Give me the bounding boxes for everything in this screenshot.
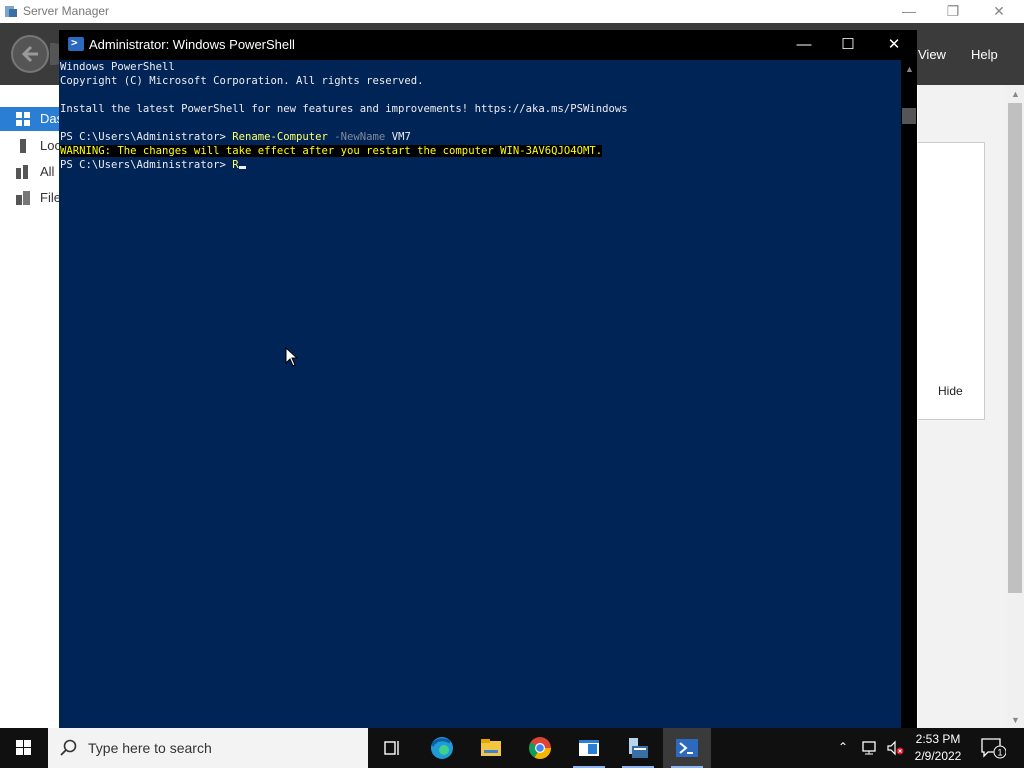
sm-vertical-scrollbar[interactable]: ▲ ▼ [1006,85,1024,728]
file-explorer-icon [481,739,501,756]
powershell-titlebar[interactable]: > Administrator: Windows PowerShell — ☐ … [59,30,917,60]
taskbar-app-window[interactable] [565,728,613,768]
show-hidden-icons-chevron-icon[interactable]: ⌃ [838,740,848,754]
back-button[interactable] [11,35,49,73]
sidebar-item-label: Loc [40,138,61,153]
powershell-title: Administrator: Windows PowerShell [89,37,295,52]
console-output[interactable]: Windows PowerShell Copyright (C) Microso… [59,60,901,728]
powershell-app-icon: > [68,36,84,51]
prompt: PS C:\Users\Administrator> [60,131,233,143]
cmdlet-name: Rename-Computer [232,131,328,143]
taskbar: Type here to search ⌃ 2:53 PM 2/9/2022 1 [0,728,1024,768]
sidebar-item-dashboard[interactable]: Das [0,107,63,131]
server-manager-titlebar: Server Manager — ❐ ✕ [0,0,1024,23]
server-manager-sidebar: Das Loc All File [0,85,63,728]
sidebar-item-all-servers[interactable]: All [0,160,60,184]
sidebar-item-local-server[interactable]: Loc [0,134,61,158]
prompt: PS C:\Users\Administrator> [60,159,233,171]
server-manager-icon [629,738,648,758]
powershell-window: > Administrator: Windows PowerShell — ☐ … [59,30,917,728]
action-center-icon[interactable]: 1 [980,737,1006,759]
warning-text: WARNING: The changes will take effect af… [60,145,603,157]
windows-logo-icon [16,740,31,755]
server-manager-title: Server Manager [23,4,110,18]
sidebar-item-label: File [40,190,61,205]
start-button[interactable] [0,728,48,768]
notification-count: 1 [997,748,1002,758]
menu-view[interactable]: View [918,47,946,62]
taskbar-search-box[interactable]: Type here to search [48,728,368,768]
taskbar-server-manager[interactable] [614,728,662,768]
powershell-icon [676,739,698,757]
console-line: Copyright (C) Microsoft Corporation. All… [60,75,424,87]
ps-maximize-button[interactable]: ☐ [825,30,871,60]
hide-link[interactable]: Hide [938,384,963,398]
welcome-panel [918,142,985,420]
all-servers-icon [16,165,28,179]
menu-help[interactable]: Help [971,47,998,62]
ps-close-button[interactable]: ✕ [871,30,917,60]
scroll-down-icon[interactable]: ▼ [1011,715,1020,725]
edge-icon [430,737,453,759]
arrow-left-icon [21,45,38,63]
search-placeholder: Type here to search [88,740,212,756]
console-warning-line: WARNING: The changes will take effect af… [60,144,603,158]
mouse-pointer-icon [285,347,299,367]
console-line: Windows PowerShell [60,61,175,73]
ps-vertical-scrollbar[interactable]: ▲ [901,60,917,728]
taskbar-chrome[interactable] [516,728,564,768]
server-manager-app-icon [5,6,17,17]
scrollbar-thumb[interactable] [1008,103,1022,593]
chrome-icon [529,737,551,759]
sidebar-item-label: All [40,164,55,179]
dashboard-icon [16,112,30,126]
text-cursor [238,166,246,169]
sm-restore-button[interactable]: ❐ [930,0,976,23]
taskbar-clock[interactable]: 2:53 PM 2/9/2022 [908,731,968,765]
console-command-line: PS C:\Users\Administrator> Rename-Comput… [60,130,411,144]
typed-input: R [232,159,239,171]
task-view-button[interactable] [368,728,416,768]
network-icon[interactable] [862,740,880,756]
scroll-up-icon[interactable]: ▲ [1011,89,1020,99]
sidebar-item-file-services[interactable]: File [0,186,61,210]
taskbar-powershell[interactable] [663,728,711,768]
local-server-icon [20,139,26,153]
search-icon [60,739,77,756]
scroll-up-icon[interactable]: ▲ [905,64,914,74]
console-input-line[interactable]: PS C:\Users\Administrator> R [60,158,246,172]
cmdlet-parameter: -NewName [334,131,386,143]
volume-muted-icon[interactable] [886,740,904,756]
sm-minimize-button[interactable]: — [886,0,932,23]
app-window-icon [579,740,599,756]
task-view-icon [384,741,399,755]
ps-minimize-button[interactable]: — [781,30,827,60]
taskbar-edge[interactable] [418,728,466,768]
sm-close-button[interactable]: ✕ [976,0,1022,23]
scrollbar-thumb[interactable] [902,108,916,124]
clock-time: 2:53 PM [915,732,961,746]
cmdlet-value: VM7 [391,131,411,143]
clock-date: 2/9/2022 [914,749,962,763]
console-line: Install the latest PowerShell for new fe… [60,103,628,115]
taskbar-file-explorer[interactable] [467,728,515,768]
file-services-icon [16,191,30,205]
